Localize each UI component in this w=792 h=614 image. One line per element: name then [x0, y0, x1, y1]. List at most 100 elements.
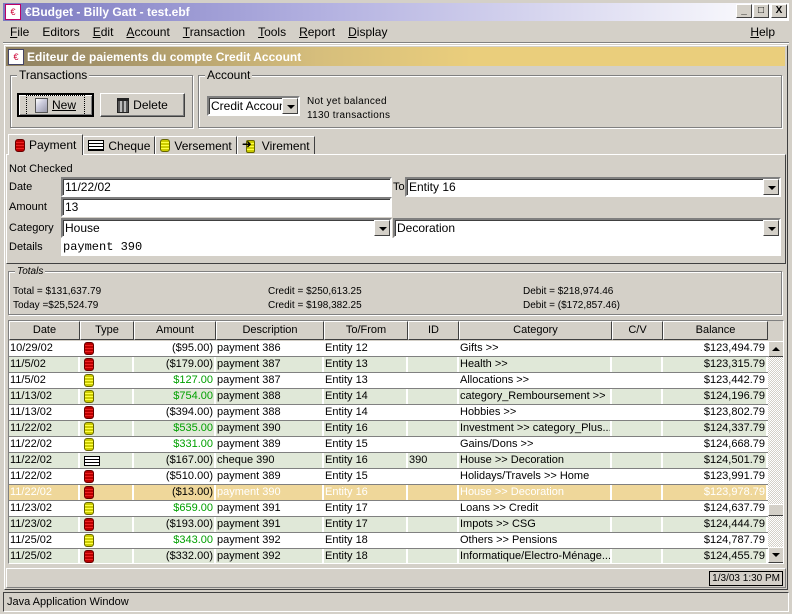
- menu-report[interactable]: Report: [292, 25, 341, 39]
- column-header-amount[interactable]: Amount: [134, 321, 216, 340]
- table-row[interactable]: 11/23/02 $659.00 payment 391 Entity 17 Loans…: [9, 501, 768, 517]
- table-row[interactable]: 11/23/02 ($193.00) payment 391 Entity 17 Imp…: [9, 517, 768, 533]
- table-row[interactable]: 11/22/02 ($167.00) cheque 390 Entity 16 390 H…: [9, 453, 768, 469]
- amount-label: Amount: [9, 201, 47, 213]
- table-row[interactable]: 11/25/02 $343.00 payment 392 Entity 18 Other…: [9, 533, 768, 549]
- column-header-balance[interactable]: Balance: [663, 321, 768, 340]
- table-row[interactable]: 11/5/02 ($179.00) payment 387 Entity 13 Heal…: [9, 357, 768, 373]
- description-cell: payment 388: [216, 389, 324, 404]
- date-cell: 11/22/02: [9, 469, 80, 484]
- editor-frame-icon[interactable]: €: [8, 48, 24, 65]
- tab-virement[interactable]: Virement: [236, 136, 315, 155]
- chevron-down-icon[interactable]: [374, 220, 390, 236]
- cheque-icon: [88, 140, 105, 151]
- delete-button-label: Delete: [133, 98, 168, 112]
- tofrom-cell: Entity 15: [324, 469, 408, 484]
- menu-editors[interactable]: Editors: [35, 25, 85, 39]
- new-button[interactable]: New: [17, 93, 94, 117]
- scroll-down-button[interactable]: [768, 547, 783, 563]
- table-row[interactable]: 11/25/02 ($332.00) payment 392 Entity 18 Inf…: [9, 549, 768, 563]
- tab-payment[interactable]: Payment: [8, 134, 84, 155]
- subcategory-select-value: Decoration: [397, 221, 456, 235]
- account-select[interactable]: Credit Account: [207, 96, 300, 116]
- maximize-button[interactable]: □: [753, 4, 769, 18]
- tab-cheque[interactable]: Cheque: [83, 136, 156, 155]
- type-cell: [80, 485, 134, 500]
- balance-cell: $123,494.79: [663, 341, 768, 356]
- column-header-description[interactable]: Description: [216, 321, 324, 340]
- close-button[interactable]: X: [771, 4, 787, 18]
- amount-field[interactable]: 13: [61, 197, 392, 217]
- menu-transaction[interactable]: Transaction: [176, 25, 251, 39]
- type-cell: [80, 405, 134, 420]
- id-cell: [408, 357, 459, 372]
- credit-overall: Credit = $250,613.25: [268, 286, 362, 297]
- tab-cheque-label: Cheque: [108, 138, 151, 153]
- id-cell: [408, 549, 459, 563]
- window-titlebar[interactable]: € €Budget - Billy Gatt - test.ebf _ □ X: [3, 3, 789, 21]
- type-cell: [80, 517, 134, 532]
- description-cell: payment 391: [216, 517, 324, 532]
- menu-file[interactable]: File: [3, 25, 35, 39]
- chevron-down-icon[interactable]: [763, 179, 779, 195]
- cv-cell: [612, 549, 663, 563]
- column-header-cv[interactable]: C/V: [612, 321, 663, 340]
- date-cell: 11/23/02: [9, 501, 80, 516]
- category-cell: Holidays/Travels >> Home: [459, 469, 612, 484]
- account-group-label: Account: [205, 68, 253, 82]
- date-cell: 11/5/02: [9, 373, 80, 388]
- menu-separator: [3, 42, 789, 44]
- category-cell: Health >>: [459, 357, 612, 372]
- column-header-id[interactable]: ID: [408, 321, 459, 340]
- cv-cell: [612, 389, 663, 404]
- payment-icon: [84, 406, 94, 419]
- balance-cell: $124,637.79: [663, 501, 768, 516]
- scrollbar-thumb[interactable]: [768, 504, 783, 516]
- table-row[interactable]: 11/22/02 ($13.00) payment 390 Entity 16 Hous…: [9, 485, 768, 501]
- category-select[interactable]: House: [61, 218, 392, 238]
- category-cell: House >> Decoration: [459, 485, 612, 500]
- type-cell: [80, 501, 134, 516]
- table-row[interactable]: 11/13/02 ($394.00) payment 388 Entity 14 Hob…: [9, 405, 768, 421]
- table-row[interactable]: 11/22/02 $535.00 payment 390 Entity 16 Inves…: [9, 421, 768, 437]
- column-header-type[interactable]: Type: [80, 321, 134, 340]
- category-cell: Gains/Dons >>: [459, 437, 612, 452]
- category-cell: Others >> Pensions: [459, 533, 612, 548]
- table-row[interactable]: 11/22/02 ($510.00) payment 389 Entity 15 Hol…: [9, 469, 768, 485]
- tofrom-cell: Entity 16: [324, 485, 408, 500]
- details-field[interactable]: payment 390: [61, 238, 781, 256]
- table-row[interactable]: 11/5/02 $127.00 payment 387 Entity 13 Alloca…: [9, 373, 768, 389]
- editor-titlebar[interactable]: € Editeur de paiements du compte Credit …: [6, 47, 785, 66]
- id-cell: [408, 421, 459, 436]
- scroll-up-button[interactable]: [768, 341, 783, 357]
- delete-button[interactable]: Delete: [100, 93, 185, 117]
- window-title: €Budget - Billy Gatt - test.ebf: [25, 5, 190, 19]
- tab-versement[interactable]: Versement: [155, 136, 237, 155]
- balance-cell: $124,196.79: [663, 389, 768, 404]
- menu-display[interactable]: Display: [341, 25, 393, 39]
- subcategory-select[interactable]: Decoration: [393, 218, 781, 238]
- menu-help[interactable]: Help: [743, 25, 781, 39]
- minimize-button[interactable]: _: [736, 4, 752, 18]
- chevron-down-icon[interactable]: [282, 98, 298, 114]
- column-header-tofrom[interactable]: To/From: [324, 321, 408, 340]
- date-field[interactable]: 11/22/02: [61, 177, 392, 197]
- menu-edit[interactable]: Edit: [86, 25, 120, 39]
- amount-cell: ($193.00): [134, 517, 216, 532]
- menu-tools[interactable]: Tools: [251, 25, 292, 39]
- to-select[interactable]: Entity 16: [405, 177, 781, 197]
- table-row[interactable]: 11/13/02 $754.00 payment 388 Entity 14 categ…: [9, 389, 768, 405]
- column-header-date[interactable]: Date: [9, 321, 80, 340]
- chevron-down-icon[interactable]: [763, 220, 779, 236]
- table-row[interactable]: 11/22/02 $331.00 payment 389 Entity 15 Gains…: [9, 437, 768, 453]
- cheque-icon: [84, 455, 100, 466]
- table-row[interactable]: 10/29/02 ($95.00) payment 386 Entity 12 Gift…: [9, 341, 768, 357]
- payment-icon: [15, 138, 25, 152]
- app-icon[interactable]: €: [5, 4, 21, 20]
- menu-account[interactable]: Account: [119, 25, 175, 39]
- column-header-category[interactable]: Category: [459, 321, 612, 340]
- type-cell: [80, 373, 134, 388]
- vertical-scrollbar[interactable]: [768, 341, 783, 563]
- total-overall: Total = $131,637.79: [13, 286, 102, 297]
- date-cell: 11/22/02: [9, 453, 80, 468]
